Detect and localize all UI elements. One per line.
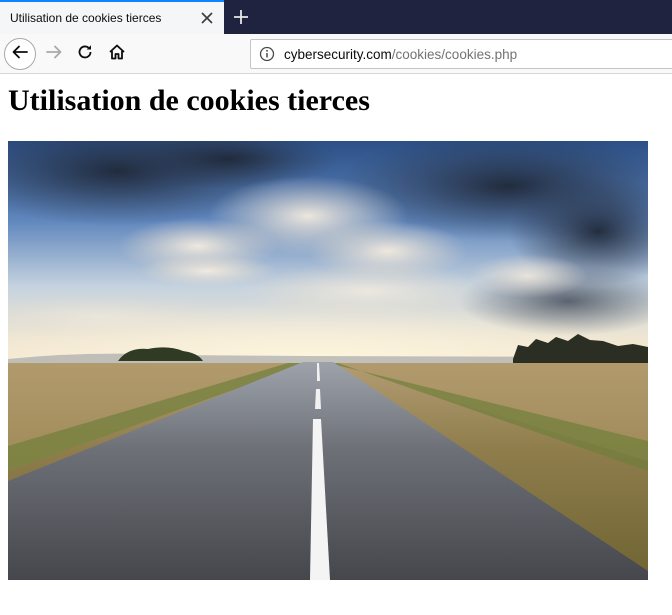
tab-title: Utilisation de cookies tierces [10,11,162,25]
back-button[interactable] [4,38,36,70]
reload-icon [76,43,94,66]
page-content: Utilisation de cookies tierces [0,74,672,615]
home-button[interactable] [102,39,132,69]
page-title: Utilisation de cookies tierces [8,84,370,117]
forward-button[interactable] [39,39,69,69]
close-icon[interactable] [196,7,218,29]
navigation-bar: cybersecurity.com/cookies/cookies.php [0,34,672,74]
url-text: cybersecurity.com/cookies/cookies.php [284,47,517,62]
tab-active[interactable]: Utilisation de cookies tierces [0,0,224,34]
url-domain: cybersecurity.com [284,47,392,62]
arrow-left-icon [11,43,29,66]
url-path: /cookies/cookies.php [391,47,518,62]
home-icon [108,43,126,66]
arrow-right-icon [45,43,63,66]
tab-strip: Utilisation de cookies tierces [0,0,672,34]
info-icon[interactable] [259,46,275,62]
url-bar[interactable]: cybersecurity.com/cookies/cookies.php [250,39,672,69]
road-landscape-image [8,141,648,580]
plus-icon[interactable] [230,6,252,28]
reload-button[interactable] [70,39,100,69]
